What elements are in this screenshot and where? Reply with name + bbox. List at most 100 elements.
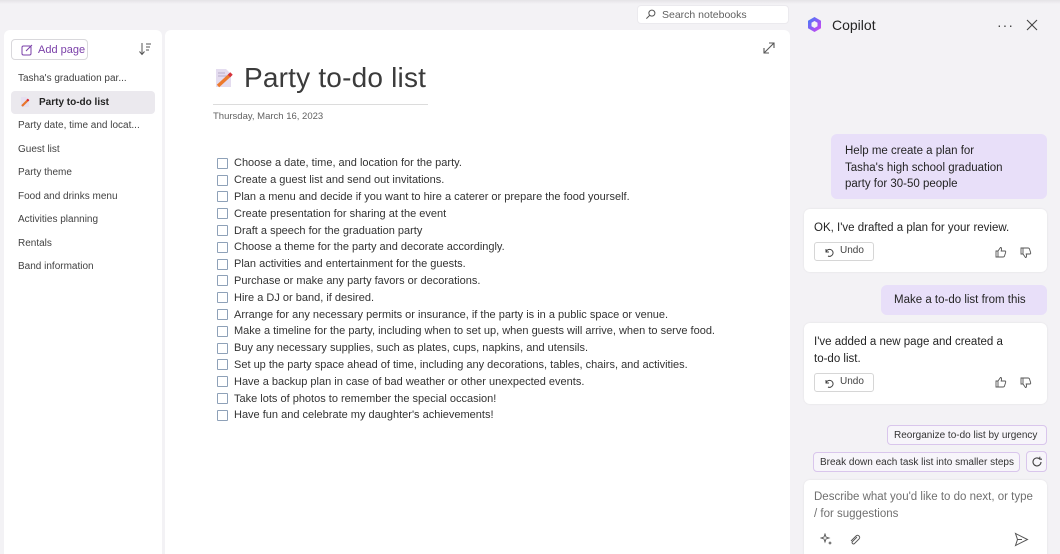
todo-item: Hire a DJ or band, if desired. — [217, 289, 715, 306]
composer — [804, 480, 1047, 554]
todo-checkbox[interactable] — [217, 241, 228, 253]
copilot-message: I've added a new page and created a to-d… — [804, 323, 1047, 404]
page-item[interactable]: Party date, time and locat... — [11, 114, 155, 138]
todo-checkbox[interactable] — [217, 292, 228, 304]
todo-item: Buy any necessary supplies, such as plat… — [217, 340, 715, 357]
user-message: Help me create a plan for Tasha's high s… — [831, 134, 1047, 199]
composer-input[interactable] — [814, 489, 1034, 522]
todo-checkbox[interactable] — [217, 225, 228, 237]
todo-checkbox[interactable] — [217, 208, 228, 220]
attach-icon[interactable] — [848, 533, 861, 546]
todo-item: Purchase or make any party favors or dec… — [217, 273, 715, 290]
todo-item: Draft a speech for the graduation party — [217, 222, 715, 239]
todo-checkbox[interactable] — [217, 409, 228, 421]
page-item-label: Band information — [18, 261, 94, 273]
suggestion-chip[interactable]: Break down each task list into smaller s… — [813, 452, 1020, 472]
todo-checkbox[interactable] — [217, 393, 228, 405]
todo-text[interactable]: Create a guest list and send out invitat… — [234, 174, 444, 186]
close-icon[interactable] — [1026, 19, 1038, 31]
todo-checkbox[interactable] — [217, 174, 228, 186]
page-item[interactable]: Tasha's graduation par... — [11, 67, 155, 91]
message-text: OK, I've drafted a plan for your review. — [814, 222, 1010, 234]
page-item[interactable]: Party theme — [11, 161, 155, 185]
page-sidebar: Add page Tasha's graduation par... Party… — [4, 30, 162, 554]
message-line: party for 30-50 people — [845, 178, 958, 190]
todo-text[interactable]: Hire a DJ or band, if desired. — [234, 292, 374, 304]
page-item[interactable]: Band information — [11, 255, 155, 279]
page-title[interactable]: Party to-do list — [244, 62, 426, 94]
todo-item: Set up the party space ahead of time, in… — [217, 357, 715, 374]
user-message: Make a to-do list from this — [881, 285, 1047, 315]
todo-text[interactable]: Plan activities and entertainment for th… — [234, 258, 466, 270]
thumbs-up-icon[interactable] — [995, 246, 1007, 258]
todo-checkbox[interactable] — [217, 157, 228, 169]
todo-text[interactable]: Purchase or make any party favors or dec… — [234, 275, 480, 287]
undo-button[interactable]: Undo — [814, 373, 874, 392]
todo-text[interactable]: Choose a date, time, and location for th… — [234, 157, 462, 169]
page-editor[interactable]: Party to-do list Thursday, March 16, 202… — [165, 30, 790, 554]
suggestion-chip[interactable]: Reorganize to-do list by urgency — [887, 425, 1047, 445]
todo-text[interactable]: Draft a speech for the graduation party — [234, 225, 422, 237]
todo-item: Create presentation for sharing at the e… — [217, 205, 715, 222]
copilot-title: Copilot — [832, 16, 876, 33]
todo-checkbox[interactable] — [217, 191, 228, 203]
thumbs-up-icon[interactable] — [995, 376, 1007, 388]
todo-text[interactable]: Arrange for any necessary permits or ins… — [234, 309, 668, 321]
todo-item: Create a guest list and send out invitat… — [217, 172, 715, 189]
todo-text[interactable]: Have fun and celebrate my daughter's ach… — [234, 409, 494, 421]
thumbs-down-icon[interactable] — [1020, 377, 1032, 389]
search-icon — [646, 9, 656, 19]
todo-checkbox[interactable] — [217, 359, 228, 371]
todo-checkbox[interactable] — [217, 325, 228, 337]
add-page-icon — [21, 44, 33, 55]
todo-text[interactable]: Plan a menu and decide if you want to hi… — [234, 191, 630, 203]
page-item[interactable]: Activities planning — [11, 208, 155, 232]
message-line: Help me create a plan for — [845, 145, 975, 157]
undo-button[interactable]: Undo — [814, 242, 874, 261]
undo-icon — [825, 248, 834, 257]
copilot-pane: Copilot ··· Help me create a plan for Ta… — [790, 0, 1060, 554]
add-page-button[interactable]: Add page — [11, 39, 88, 60]
title-divider — [213, 104, 428, 105]
page-note-icon — [21, 97, 30, 108]
todo-item: Have a backup plan in case of bad weathe… — [217, 373, 715, 390]
todo-checkbox[interactable] — [217, 258, 228, 270]
todo-text[interactable]: Take lots of photos to remember the spec… — [234, 393, 496, 405]
expand-icon[interactable] — [762, 41, 776, 55]
sparkle-prompts-icon[interactable] — [820, 533, 833, 546]
send-icon[interactable] — [1014, 532, 1029, 547]
page-item-active[interactable]: Party to-do list — [11, 90, 155, 114]
todo-text[interactable]: Make a timeline for the party, including… — [234, 325, 715, 337]
todo-text[interactable]: Create presentation for sharing at the e… — [234, 208, 446, 220]
page-item[interactable]: Rentals — [11, 232, 155, 256]
page-item-label: Party date, time and locat... — [18, 120, 140, 132]
todo-text[interactable]: Have a backup plan in case of bad weathe… — [234, 376, 584, 388]
todo-checkbox[interactable] — [217, 376, 228, 388]
todo-text[interactable]: Set up the party space ahead of time, in… — [234, 359, 688, 371]
more-options-icon[interactable]: ··· — [997, 17, 1014, 33]
page-item-label: Food and drinks menu — [18, 190, 118, 202]
page-list: Tasha's graduation par... Party to-do li… — [11, 67, 155, 279]
copilot-header: Copilot — [806, 16, 876, 33]
todo-item: Choose a theme for the party and decorat… — [217, 239, 715, 256]
thumbs-down-icon[interactable] — [1020, 247, 1032, 259]
refresh-suggestions-button[interactable] — [1026, 451, 1047, 472]
copilot-logo-icon — [808, 17, 821, 32]
page-item-label: Guest list — [18, 143, 60, 155]
todo-text[interactable]: Choose a theme for the party and decorat… — [234, 241, 505, 253]
page-item[interactable]: Food and drinks menu — [11, 185, 155, 209]
message-line: I've added a new page and created a — [814, 336, 1003, 348]
todo-item: Plan activities and entertainment for th… — [217, 256, 715, 273]
page-title-row: Party to-do list — [213, 62, 426, 94]
todo-checkbox[interactable] — [217, 309, 228, 321]
search-notebooks-input[interactable]: Search notebooks — [637, 5, 789, 24]
page-item[interactable]: Guest list — [11, 138, 155, 162]
todo-checkbox[interactable] — [217, 342, 228, 354]
refresh-icon — [1032, 456, 1042, 466]
todo-item: Take lots of photos to remember the spec… — [217, 390, 715, 407]
todo-checkbox[interactable] — [217, 275, 228, 287]
page-item-label: Activities planning — [18, 214, 99, 226]
undo-label: Undo — [840, 245, 864, 257]
todo-text[interactable]: Buy any necessary supplies, such as plat… — [234, 342, 588, 354]
sort-icon[interactable] — [138, 42, 152, 56]
